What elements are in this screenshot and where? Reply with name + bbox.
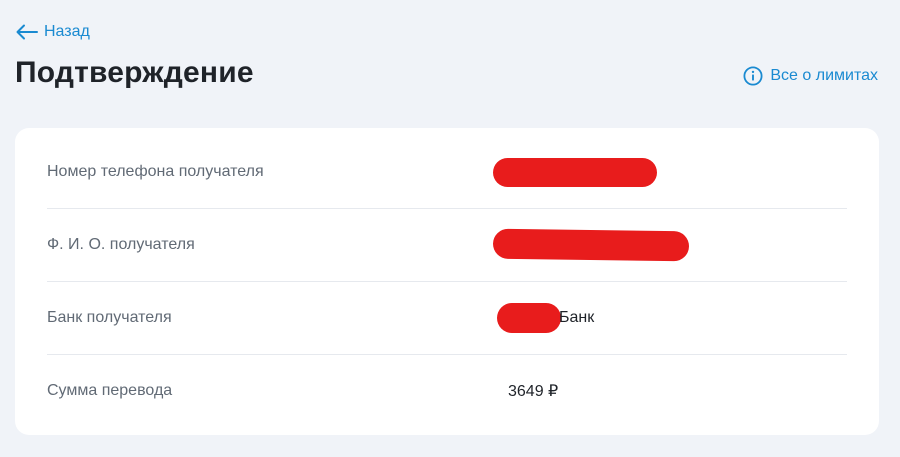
detail-label: Номер телефона получателя	[47, 163, 264, 180]
detail-label: Банк получателя	[47, 309, 172, 326]
detail-row-phone: Номер телефона получателя	[47, 136, 847, 209]
transfer-amount: 3649 ₽	[508, 383, 559, 400]
redaction-mark	[492, 228, 690, 262]
detail-row-bank: Банк получателя Банк	[47, 282, 847, 355]
limits-link[interactable]: Все о лимитах	[743, 64, 878, 88]
arrow-left-icon	[16, 24, 38, 40]
bank-name-suffix: Банк	[559, 309, 595, 326]
detail-label: Ф. И. О. получателя	[47, 236, 195, 253]
detail-value-phone	[493, 157, 657, 187]
limits-label: Все о лимитах	[770, 67, 878, 84]
back-link[interactable]: Назад	[16, 20, 90, 44]
detail-label: Сумма перевода	[47, 382, 173, 399]
detail-value-bank: Банк	[493, 303, 594, 333]
confirmation-card: Номер телефона получателя Ф. И. О. получ…	[15, 128, 879, 435]
detail-value-name	[492, 228, 690, 262]
redaction-mark	[493, 157, 657, 187]
detail-row-name: Ф. И. О. получателя	[47, 209, 847, 282]
info-icon	[743, 66, 763, 86]
page-title: Подтверждение	[15, 56, 254, 89]
redaction-mark	[497, 303, 561, 333]
detail-row-amount: Сумма перевода 3649 ₽	[47, 355, 847, 427]
back-label: Назад	[44, 23, 90, 40]
